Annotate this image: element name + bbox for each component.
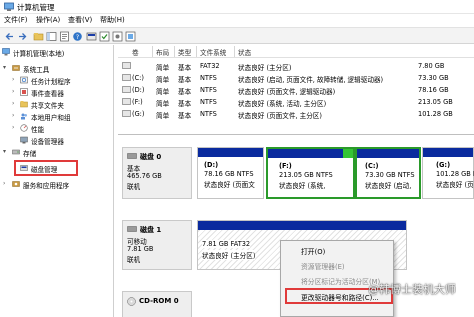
cd-icon <box>127 297 136 306</box>
title-bar: 计算机管理 <box>0 0 474 14</box>
settings-icon[interactable] <box>112 31 123 42</box>
table-row[interactable]: (C:) 简单 基本 NTFS 状态良好 (启动, 页面文件, 故障转储, 逻辑… <box>118 72 474 84</box>
expand-arrow-icon[interactable]: ▾ <box>3 148 6 155</box>
table-row[interactable]: (G:) 简单 基本 NTFS 状态良好 (页面文件, 主分区) 101.28 … <box>118 108 474 120</box>
table-row[interactable]: (D:) 简单 基本 NTFS 状态良好 (页面文件, 逻辑驱动器) 78.16… <box>118 84 474 96</box>
users-icon <box>21 113 27 120</box>
tree-root[interactable]: 计算机管理(本地) <box>2 47 112 58</box>
tree-item-performance[interactable]: › 性能 <box>2 123 112 134</box>
column-type[interactable]: 类型 <box>178 47 191 57</box>
volume-icon <box>122 74 131 81</box>
services-icon <box>12 181 20 187</box>
volume-icon <box>122 86 131 93</box>
disk-0-label[interactable]: 磁盘 0 基本 465.76 GB 联机 <box>122 147 192 199</box>
refresh-icon[interactable] <box>125 31 136 42</box>
partition-header <box>357 149 419 158</box>
watermark: @韩博士装机大师 <box>368 283 456 296</box>
partition-d[interactable]: (D:) 78.16 GB NTFS 状态良好 (页面文 <box>197 147 264 199</box>
column-filesystem[interactable]: 文件系统 <box>200 47 226 57</box>
table-row[interactable]: (F:) 简单 基本 NTFS 状态良好 (系统, 活动, 主分区) 213.0… <box>118 96 474 108</box>
toolbar: ? <box>0 27 474 44</box>
window-title: 计算机管理 <box>17 3 55 12</box>
check-icon[interactable] <box>99 31 110 42</box>
forward-arrow-icon[interactable] <box>17 31 28 42</box>
disk-1-label[interactable]: 磁盘 1 可移动 7.81 GB 联机 <box>122 220 192 270</box>
device-icon <box>20 136 28 144</box>
up-folder-icon[interactable] <box>33 31 44 42</box>
cdrom-0-label[interactable]: CD-ROM 0 <box>122 291 192 317</box>
partition-f[interactable]: (F:) 213.05 GB NTFS 状态良好 (系统, <box>266 147 355 199</box>
column-status[interactable]: 状态 <box>238 47 251 57</box>
storage-icon <box>12 149 20 155</box>
collapsed-arrow-icon[interactable]: › <box>12 76 14 83</box>
context-menu: 打开(O) 资源管理器(E) 将分区标记为活动分区(M) 更改驱动器号和路径(C… <box>280 240 394 317</box>
tree-item-event-viewer[interactable]: › 事件查看器 <box>2 87 112 98</box>
menu-help[interactable]: 帮助(H) <box>100 15 125 25</box>
tree-item-shared-folders[interactable]: › 共享文件夹 <box>2 99 112 110</box>
disk-view-icon[interactable] <box>86 31 97 42</box>
navigation-tree: 计算机管理(本地) ▾ 系统工具 › 任务计划程序 › 事件查看器 › 共享文件… <box>0 45 114 317</box>
column-volume[interactable]: 卷 <box>132 47 139 57</box>
clock-icon <box>20 76 28 84</box>
partition-c[interactable]: (C:) 73.30 GB NTFS 状态良好 (启动, <box>355 147 421 199</box>
tree-item-services-apps[interactable]: › 服务和应用程序 <box>2 179 112 190</box>
column-separator <box>174 46 175 57</box>
disk-icon <box>20 165 28 171</box>
tools-icon <box>12 65 20 71</box>
tree-item-disk-management[interactable]: 磁盘管理 <box>2 163 112 174</box>
event-icon <box>20 88 28 96</box>
volume-icon <box>122 98 131 105</box>
menu-action[interactable]: 操作(A) <box>36 15 60 25</box>
show-tree-icon[interactable] <box>46 31 57 42</box>
collapsed-arrow-icon[interactable]: › <box>12 100 14 107</box>
active-marker <box>343 149 353 158</box>
help-icon[interactable]: ? <box>72 31 83 42</box>
tree-item-storage[interactable]: ▾ 存储 <box>2 147 112 158</box>
menu-file[interactable]: 文件(F) <box>4 15 28 25</box>
collapsed-arrow-icon[interactable]: › <box>3 180 5 187</box>
performance-icon <box>20 124 28 132</box>
partition-header <box>198 148 263 157</box>
back-arrow-icon[interactable] <box>4 31 15 42</box>
partition-header <box>423 148 473 157</box>
collapsed-arrow-icon[interactable]: › <box>12 124 14 131</box>
menu-item-open[interactable]: 打开(O) <box>301 246 325 256</box>
menu-view[interactable]: 查看(V) <box>68 15 92 25</box>
volume-icon <box>122 110 131 117</box>
collapsed-arrow-icon[interactable]: › <box>12 112 14 119</box>
column-separator <box>234 46 235 57</box>
computer-management-icon <box>4 2 14 11</box>
table-row[interactable]: 简单 基本 FAT32 状态良好 (主分区) 7.80 GB <box>118 60 474 72</box>
collapsed-arrow-icon[interactable]: › <box>12 88 14 95</box>
properties-icon[interactable] <box>59 31 70 42</box>
column-separator <box>196 46 197 57</box>
column-layout[interactable]: 布局 <box>156 47 169 57</box>
menu-item-explorer[interactable]: 资源管理器(E) <box>301 261 345 271</box>
expand-arrow-icon[interactable]: ▾ <box>3 64 6 71</box>
tree-item-local-users[interactable]: › 本地用户和组 <box>2 111 112 122</box>
tree-item-task-scheduler[interactable]: › 任务计划程序 <box>2 75 112 86</box>
tree-item-device-manager[interactable]: 设备管理器 <box>2 135 112 146</box>
svg-text:?: ? <box>76 33 79 41</box>
removable-disk-icon <box>127 226 137 232</box>
volume-icon <box>122 62 131 69</box>
volume-list: 卷 布局 类型 文件系统 状态 简单 基本 FAT32 状态良好 (主分区) 7… <box>118 45 474 129</box>
partition-g[interactable]: (G:) 101.28 GB NTFS 状态良好 (页面文 <box>422 147 474 199</box>
folder-icon <box>20 101 28 108</box>
partition-header <box>198 221 406 230</box>
hard-disk-icon <box>127 153 137 159</box>
menu-bar: 文件(F) 操作(A) 查看(V) 帮助(H) <box>0 14 474 26</box>
volume-list-header: 卷 布局 类型 文件系统 状态 <box>118 45 474 58</box>
partition-header <box>268 149 343 158</box>
column-separator <box>152 46 153 57</box>
computer-icon <box>2 48 10 56</box>
tree-item-system-tools[interactable]: ▾ 系统工具 <box>2 63 112 74</box>
